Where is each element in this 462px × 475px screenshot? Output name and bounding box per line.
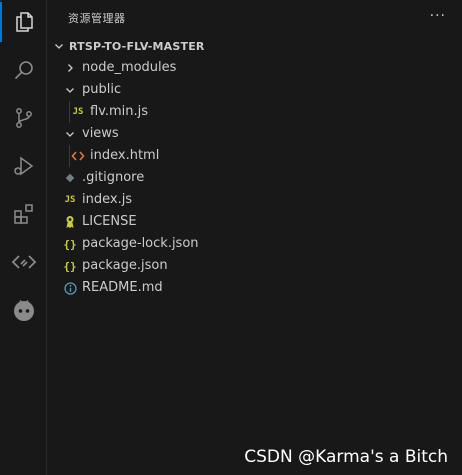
tree-item-gitignore[interactable]: .gitignore <box>48 167 462 189</box>
explorer-icon[interactable] <box>0 2 47 42</box>
tree-item-flv-min-js[interactable]: JS flv.min.js <box>48 101 462 123</box>
chevron-down-icon <box>62 126 78 142</box>
workspace-section-header[interactable]: RTSP-TO-FLV-MASTER <box>48 36 462 56</box>
copilot-icon[interactable] <box>0 290 47 330</box>
chevron-down-icon <box>62 82 78 98</box>
tree-item-label: package.json <box>82 258 168 273</box>
chevron-down-icon <box>51 38 67 54</box>
tree-item-label: node_modules <box>82 60 177 75</box>
js-file-icon: JS <box>72 107 84 117</box>
remote-icon[interactable] <box>0 242 47 282</box>
gitignore-file-icon <box>62 170 78 186</box>
tree-item-label: index.js <box>82 192 133 207</box>
tree-item-label: LICENSE <box>82 214 137 229</box>
tree-item-package-lock-json[interactable]: {} package-lock.json <box>48 233 462 255</box>
more-actions-icon[interactable]: ··· <box>430 8 446 24</box>
watermark: CSDN @Karma's a Bitch <box>244 447 448 467</box>
license-file-icon <box>62 214 78 230</box>
tree-item-package-json[interactable]: {} package.json <box>48 255 462 277</box>
js-file-icon: JS <box>64 195 76 205</box>
tree-item-label: .gitignore <box>82 170 145 185</box>
chevron-right-icon <box>62 60 78 76</box>
json-file-icon: {} <box>63 259 77 273</box>
explorer-title: 资源管理器 <box>68 12 126 25</box>
tree-item-index-html[interactable]: index.html <box>48 145 462 167</box>
tree-item-label: flv.min.js <box>90 104 149 119</box>
explorer-sidebar: 资源管理器 ··· RTSP-TO-FLV-MASTER node_module… <box>48 0 462 475</box>
file-tree: node_modules public JS flv.min.js views <box>48 57 462 299</box>
search-icon[interactable] <box>0 50 47 90</box>
tree-item-views[interactable]: views <box>48 123 462 145</box>
workspace-name: RTSP-TO-FLV-MASTER <box>69 39 205 53</box>
tree-item-label: public <box>82 82 122 97</box>
tree-item-label: views <box>82 126 119 141</box>
extensions-icon[interactable] <box>0 194 47 234</box>
tree-item-label: README.md <box>82 280 163 295</box>
source-control-icon[interactable] <box>0 98 47 138</box>
info-file-icon <box>62 280 78 296</box>
tree-item-index-js[interactable]: JS index.js <box>48 189 462 211</box>
html-file-icon <box>70 148 86 164</box>
tree-item-readme-md[interactable]: README.md <box>48 277 462 299</box>
tree-item-license[interactable]: LICENSE <box>48 211 462 233</box>
tree-item-label: index.html <box>90 148 160 163</box>
json-file-icon: {} <box>63 237 77 251</box>
activity-bar <box>0 0 47 475</box>
vscode-window: 资源管理器 ··· RTSP-TO-FLV-MASTER node_module… <box>0 0 462 475</box>
tree-item-node-modules[interactable]: node_modules <box>48 57 462 79</box>
tree-item-label: package-lock.json <box>82 236 199 251</box>
tree-item-public[interactable]: public <box>48 79 462 101</box>
run-debug-icon[interactable] <box>0 146 47 186</box>
